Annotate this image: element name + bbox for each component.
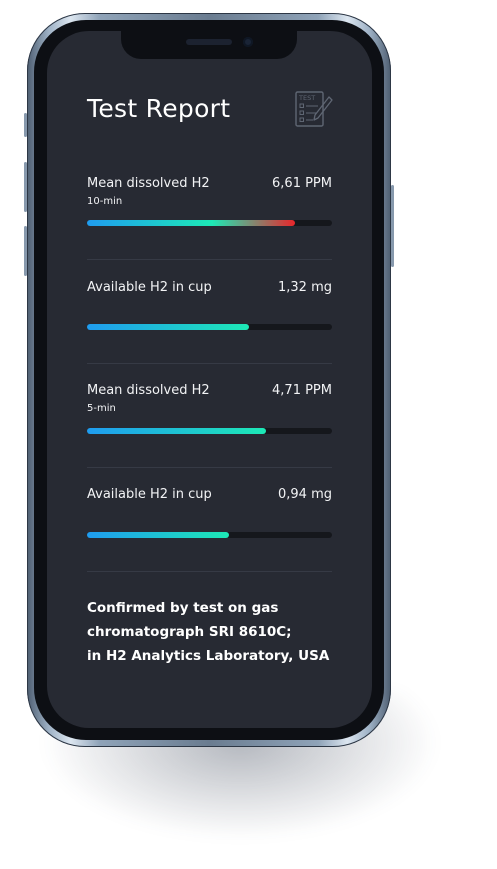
progress-fill xyxy=(87,428,266,434)
progress-track xyxy=(87,532,332,538)
test-icon-label: TEST xyxy=(298,94,315,102)
progress-fill xyxy=(87,220,296,226)
metric-value: 1,32 mg xyxy=(278,280,332,295)
divider xyxy=(87,363,332,364)
metric-label: Available H2 in cup xyxy=(87,280,212,295)
progress-track xyxy=(87,324,332,330)
volume-down-button xyxy=(24,226,27,276)
progress-fill xyxy=(87,324,249,330)
metric-label: Available H2 in cup xyxy=(87,487,212,502)
notch xyxy=(121,31,297,59)
confirmation-line: in H2 Analytics Laboratory, USA xyxy=(87,648,330,664)
test-report-icon: TEST xyxy=(295,91,333,127)
volume-up-button xyxy=(24,162,27,212)
metric-value: 4,71 PPM xyxy=(272,383,332,398)
mute-switch xyxy=(24,113,27,137)
divider xyxy=(87,571,332,572)
metric-label: Mean dissolved H2 xyxy=(87,176,210,191)
speaker-grille xyxy=(186,39,232,45)
confirmation-line: Confirmed by test on gas xyxy=(87,600,279,616)
front-camera xyxy=(243,37,253,47)
metric-value: 0,94 mg xyxy=(278,487,332,502)
side-button xyxy=(391,185,394,267)
metric-duration: 10-min xyxy=(87,196,123,207)
progress-track xyxy=(87,428,332,434)
divider xyxy=(87,259,332,260)
page-title: Test Report xyxy=(87,94,231,123)
divider xyxy=(87,467,332,468)
confirmation-line: chromatograph SRI 8610C; xyxy=(87,624,292,640)
progress-fill xyxy=(87,532,230,538)
confirmation-note: Confirmed by test on gas chromatograph S… xyxy=(87,596,347,668)
metric-duration: 5-min xyxy=(87,403,116,414)
progress-track xyxy=(87,220,332,226)
metric-value: 6,61 PPM xyxy=(272,176,332,191)
metric-label: Mean dissolved H2 xyxy=(87,383,210,398)
